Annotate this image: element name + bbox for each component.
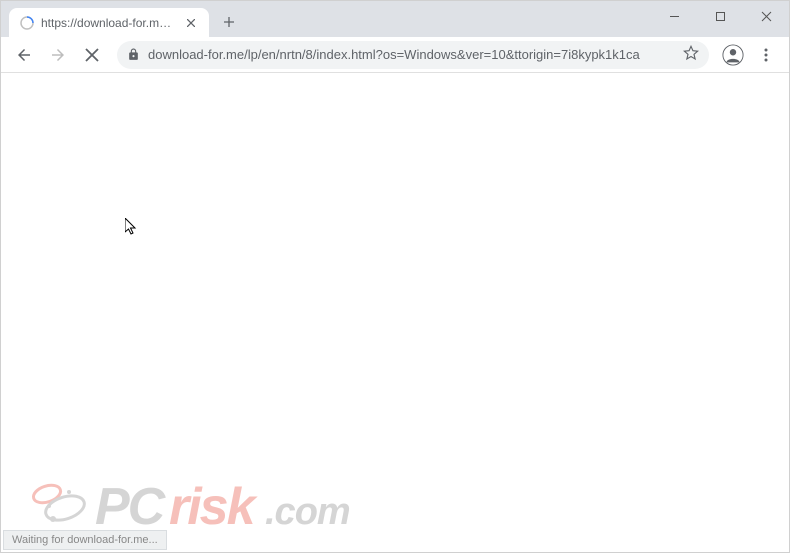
svg-text:PC: PC xyxy=(95,478,167,536)
browser-tab[interactable]: https://download-for.me/lp/en/n xyxy=(9,8,209,37)
window-controls xyxy=(651,1,789,31)
titlebar: https://download-for.me/lp/en/n xyxy=(1,1,789,37)
new-tab-button[interactable] xyxy=(215,8,243,36)
address-bar[interactable]: download-for.me/lp/en/nrtn/8/index.html?… xyxy=(117,41,709,69)
status-bar: Waiting for download-for.me... xyxy=(3,530,167,550)
toolbar: download-for.me/lp/en/nrtn/8/index.html?… xyxy=(1,37,789,73)
minimize-button[interactable] xyxy=(651,1,697,31)
lock-icon[interactable] xyxy=(127,48,140,61)
maximize-button[interactable] xyxy=(697,1,743,31)
loading-spinner-icon xyxy=(19,15,35,31)
tab-strip: https://download-for.me/lp/en/n xyxy=(1,1,243,37)
close-window-button[interactable] xyxy=(743,1,789,31)
tab-title: https://download-for.me/lp/en/n xyxy=(41,16,177,30)
close-tab-icon[interactable] xyxy=(183,15,199,31)
svg-text:.com: .com xyxy=(265,491,350,533)
status-text: Waiting for download-for.me... xyxy=(12,534,158,546)
cursor-icon xyxy=(125,218,139,241)
stop-reload-button[interactable] xyxy=(77,40,107,70)
bookmark-star-icon[interactable] xyxy=(683,45,699,64)
page-content xyxy=(1,73,789,530)
menu-button[interactable] xyxy=(751,40,781,70)
profile-avatar-button[interactable] xyxy=(719,41,747,69)
svg-text:risk: risk xyxy=(169,478,259,536)
url-text: download-for.me/lp/en/nrtn/8/index.html?… xyxy=(148,47,677,62)
forward-button[interactable] xyxy=(43,40,73,70)
back-button[interactable] xyxy=(9,40,39,70)
